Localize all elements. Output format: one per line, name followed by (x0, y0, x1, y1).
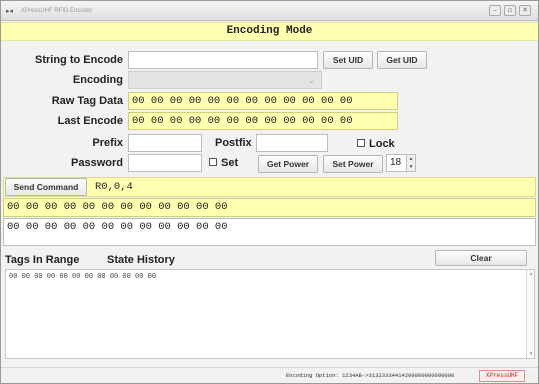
postfix-label: Postfix (215, 137, 252, 149)
scroll-down-icon[interactable]: ▼ (527, 350, 535, 358)
set-checkbox-box[interactable] (209, 158, 217, 166)
raw-tag-data-field[interactable]: 00 00 00 00 00 00 00 00 00 00 00 00 (128, 92, 398, 110)
lock-checkbox[interactable]: Lock (357, 137, 395, 151)
response-field-1[interactable]: 00 00 00 00 00 00 00 00 00 00 00 00 (3, 198, 536, 217)
maximize-button[interactable]: ▫ (504, 5, 516, 16)
send-command-button[interactable]: Send Command (5, 178, 87, 196)
set-power-button[interactable]: Set Power (323, 155, 383, 173)
scroll-up-icon[interactable]: ▲ (527, 270, 535, 278)
raw-tag-data-label: Raw Tag Data (51, 95, 123, 107)
encoding-label: Encoding (72, 74, 123, 86)
app-icon: ▸◂ (6, 7, 14, 15)
get-uid-button[interactable]: Get UID (377, 51, 427, 69)
get-power-button[interactable]: Get Power (258, 155, 318, 173)
response-field-2[interactable]: 00 00 00 00 00 00 00 00 00 00 00 00 (3, 218, 536, 246)
prefix-label: Prefix (92, 137, 123, 149)
minimize-button[interactable]: – (489, 5, 501, 16)
scrollbar[interactable]: ▲ ▼ (526, 270, 534, 358)
tags-list[interactable]: 00 00 00 00 00 00 00 00 00 00 00 00 ▲ ▼ (5, 269, 535, 359)
last-encode-label: Last Encode (57, 115, 123, 127)
brand-logo: XPressUHF (479, 370, 525, 382)
set-checkbox[interactable]: Set (209, 156, 238, 170)
lock-checkbox-label: Lock (369, 138, 395, 150)
command-input[interactable]: R0,0,4 (95, 180, 133, 194)
spin-up-icon[interactable]: ▲ (407, 155, 415, 163)
window-title: XPressUHF RFID Encoder (21, 8, 93, 14)
last-encode-field[interactable]: 00 00 00 00 00 00 00 00 00 00 00 00 (128, 112, 398, 130)
tab-state-history[interactable]: State History (107, 253, 175, 267)
password-label: Password (71, 157, 123, 169)
power-value: 18 (390, 157, 402, 168)
string-to-encode-label: String to Encode (35, 54, 123, 66)
encoding-select[interactable]: ⌄ (128, 71, 322, 89)
mode-banner: Encoding Mode (1, 22, 538, 41)
power-spinner[interactable]: ▲ ▼ (406, 155, 415, 171)
tab-bar: Tags In Range State History Clear (1, 249, 538, 269)
set-uid-button[interactable]: Set UID (323, 51, 373, 69)
title-bar: ▸◂ XPressUHF RFID Encoder – ▫ ✕ (1, 1, 538, 21)
close-button[interactable]: ✕ (519, 5, 531, 16)
app-window: ▸◂ XPressUHF RFID Encoder – ▫ ✕ Encoding… (0, 0, 539, 384)
list-item[interactable]: 00 00 00 00 00 00 00 00 00 00 00 00 (9, 273, 156, 281)
set-checkbox-label: Set (221, 157, 239, 169)
power-stepper[interactable]: 18 ▲ ▼ (386, 154, 416, 172)
prefix-input[interactable] (128, 134, 202, 152)
string-to-encode-input[interactable] (128, 51, 318, 69)
chevron-down-icon: ⌄ (308, 76, 315, 85)
clear-button[interactable]: Clear (435, 250, 527, 266)
status-bar: Encoding Option: 1234AB->313233344142000… (1, 367, 538, 383)
encoding-option-status: Encoding Option: 1234AB->313233344142000… (286, 372, 455, 379)
lock-checkbox-box[interactable] (357, 139, 365, 147)
postfix-input[interactable] (256, 134, 328, 152)
resize-grip-icon[interactable]: ⋰ (529, 373, 535, 380)
password-input[interactable] (128, 154, 202, 172)
tab-tags-in-range[interactable]: Tags In Range (5, 253, 79, 267)
spin-down-icon[interactable]: ▼ (407, 163, 415, 171)
